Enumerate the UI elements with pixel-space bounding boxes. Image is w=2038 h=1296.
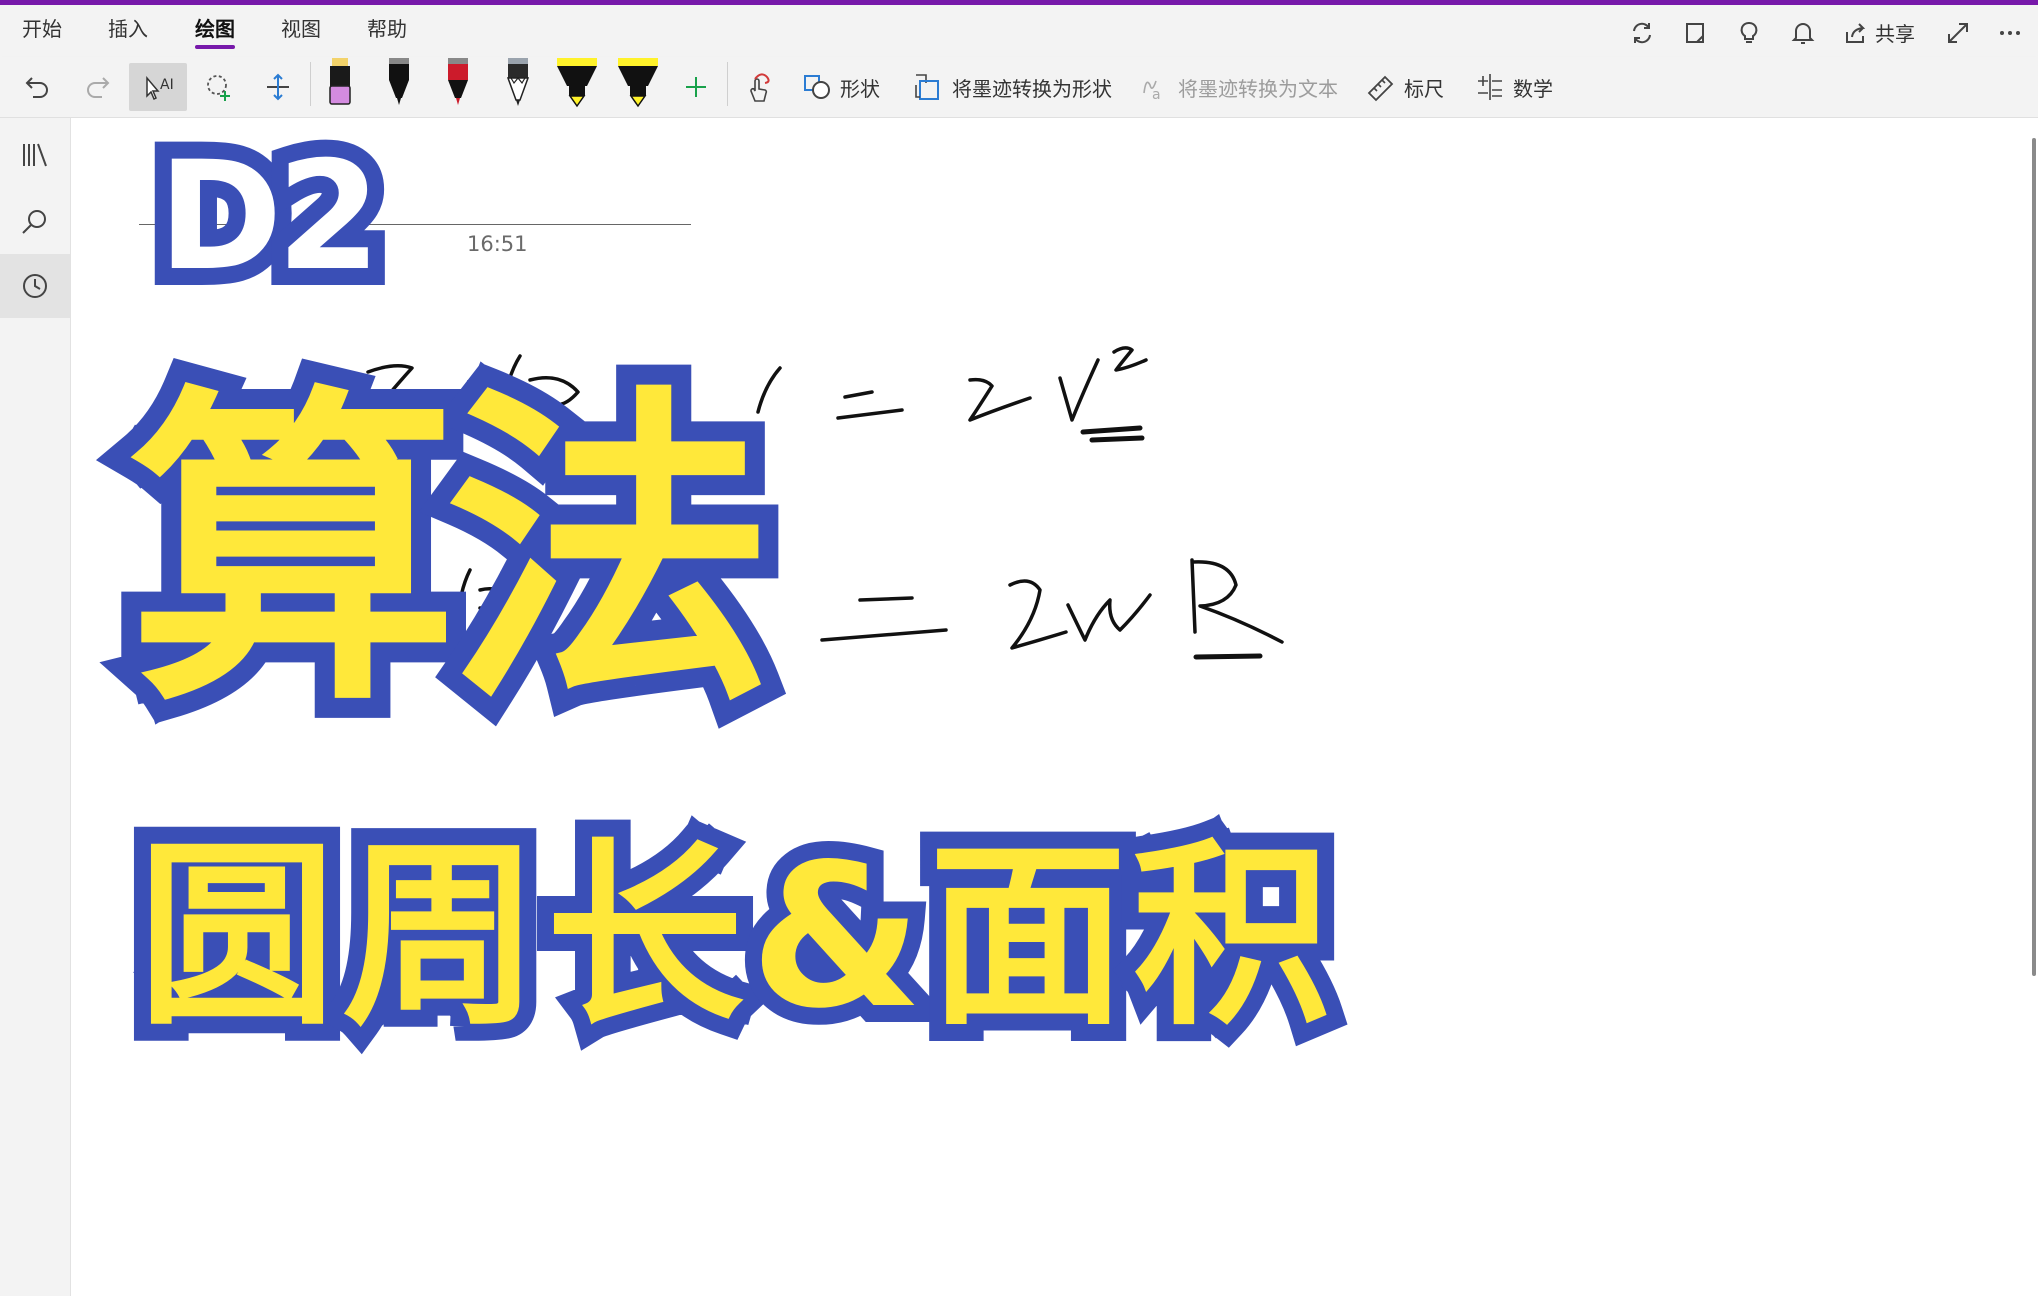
ink-stroke: [968, 377, 1032, 422]
ink-stroke: [1080, 425, 1145, 443]
ink-stroke: [1193, 653, 1263, 660]
episode-badge: D2: [141, 125, 398, 309]
subtitle-text: 圆周长&面积: [121, 821, 1348, 1053]
ink-stroke: [1190, 558, 1197, 634]
ink-stroke: [1008, 579, 1068, 650]
ink-stroke: [1191, 560, 1284, 644]
ink-stroke: [756, 366, 782, 414]
ink-stroke: [1112, 346, 1148, 372]
headline-text: 算法: [108, 361, 794, 745]
ink-stroke: [820, 596, 948, 642]
ink-stroke: [836, 390, 904, 420]
ink-stroke: [1066, 593, 1152, 642]
ink-stroke: [1058, 358, 1100, 422]
